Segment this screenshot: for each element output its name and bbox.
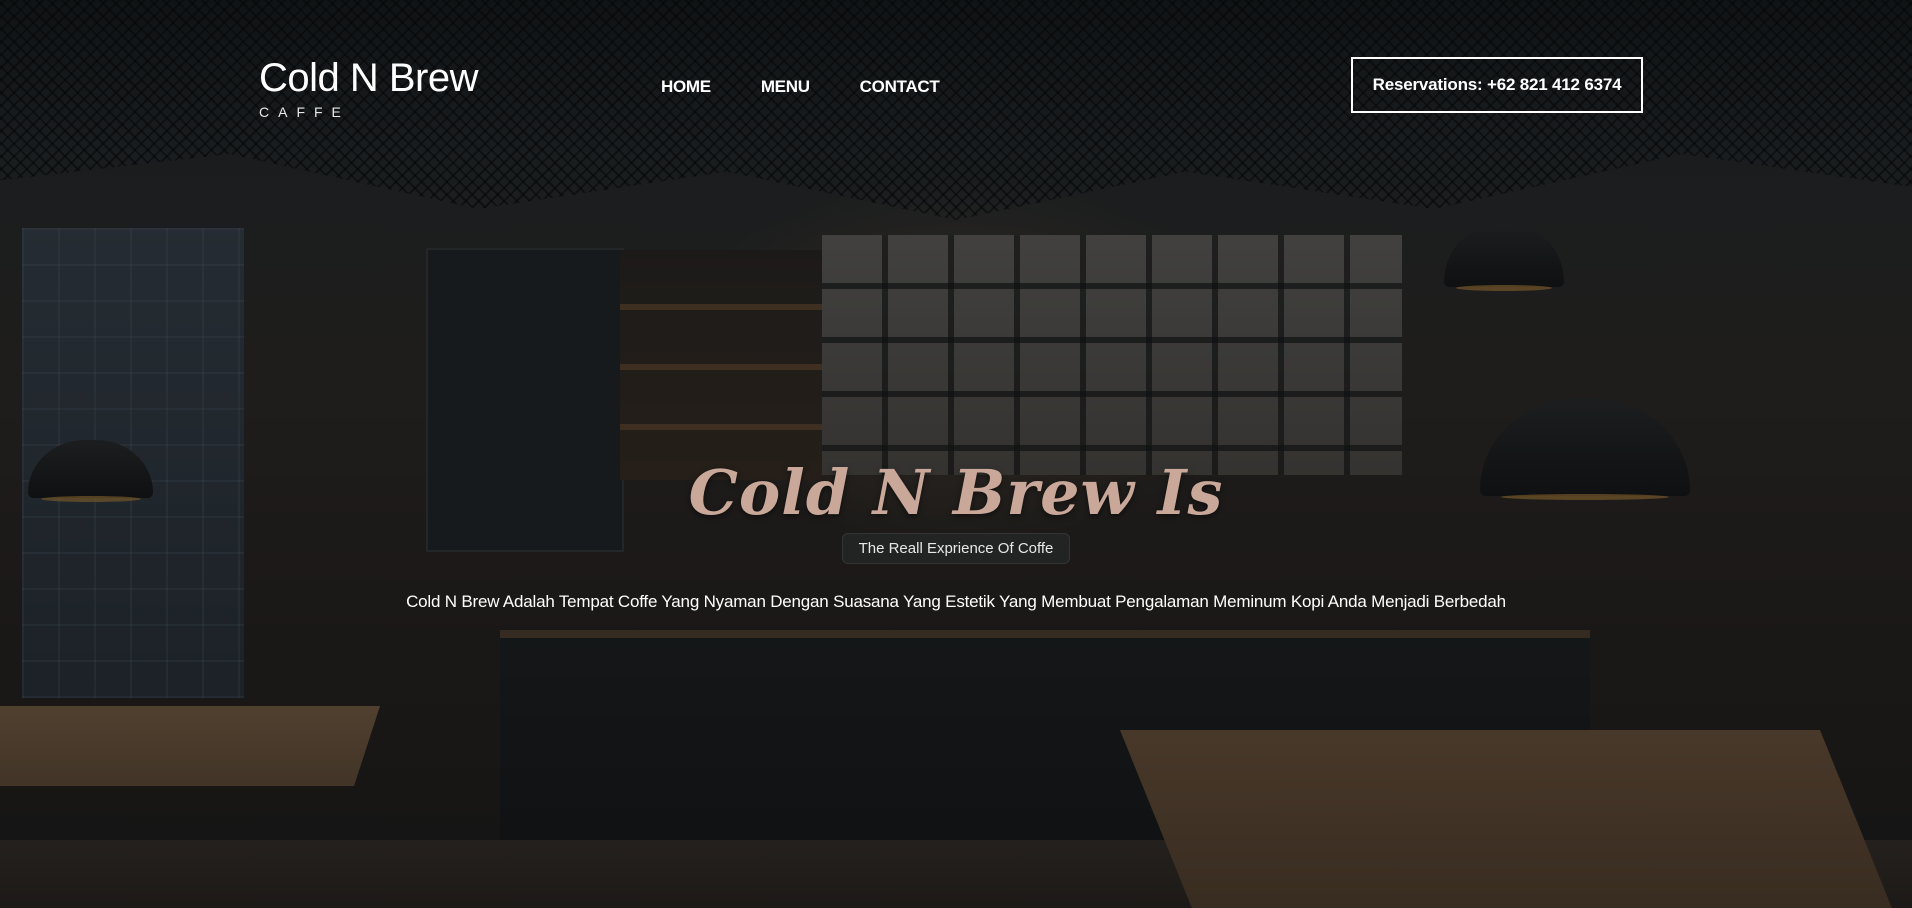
reservations-button[interactable]: Reservations: +62 821 412 6374 bbox=[1351, 57, 1643, 113]
tagline-wrapper: The Reall Exprience Of Coffe bbox=[0, 533, 1912, 564]
nav-contact-link[interactable]: CONTACT bbox=[860, 77, 940, 97]
brand-title: Cold N Brew bbox=[259, 56, 479, 100]
brand-logo[interactable]: Cold N Brew CAFFE bbox=[259, 54, 479, 120]
hero-tagline: The Reall Exprience Of Coffe bbox=[841, 533, 1071, 564]
hero-title: Cold N Brew Is bbox=[688, 456, 1224, 529]
brand-subtitle: CAFFE bbox=[259, 104, 350, 120]
nav-menu-link[interactable]: MENU bbox=[761, 77, 810, 97]
hero-background bbox=[0, 0, 1912, 908]
dark-overlay bbox=[0, 0, 1912, 908]
nav-home-link[interactable]: HOME bbox=[661, 77, 711, 97]
main-nav: HOME MENU CONTACT bbox=[661, 77, 989, 97]
hero-description: Cold N Brew Adalah Tempat Coffe Yang Nya… bbox=[406, 592, 1506, 611]
